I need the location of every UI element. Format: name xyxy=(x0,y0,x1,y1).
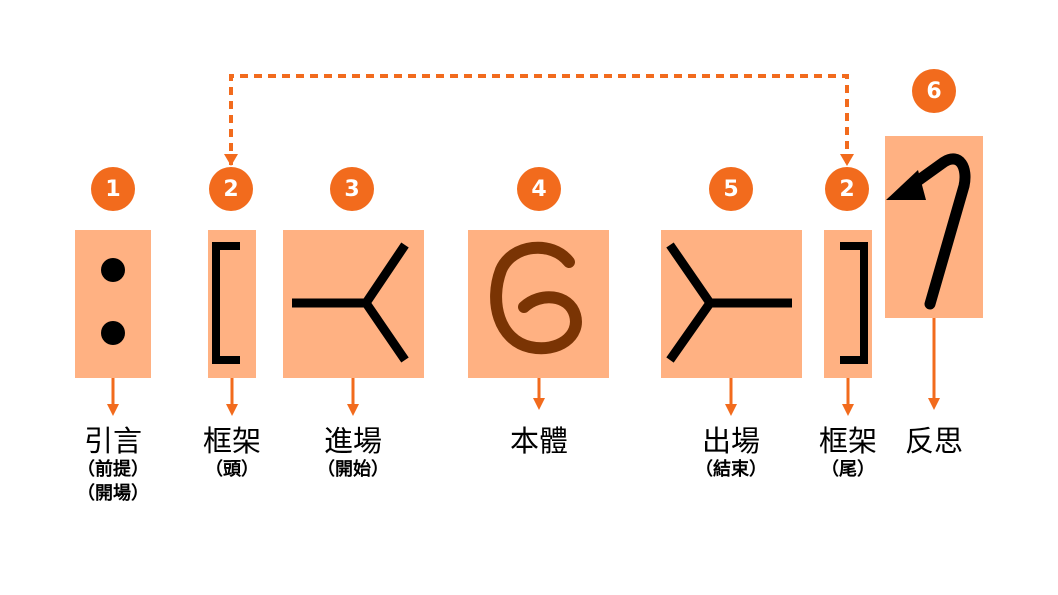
stage-4-number-badge: 4 xyxy=(517,167,561,211)
stage-4-name: 本體 xyxy=(509,424,568,458)
stage-3-sub-1: （開始） xyxy=(317,459,389,480)
stage-2-sub-1: （頭） xyxy=(205,459,259,480)
stage-2-name: 框架 xyxy=(202,424,261,458)
stage-6-sub-1: （尾） xyxy=(821,459,875,480)
stage-7-label: 反思 xyxy=(864,424,1004,458)
stage-1-sub-2: （開場） xyxy=(77,483,149,504)
stage-7-name: 反思 xyxy=(904,424,963,458)
stage-3-number-badge: 3 xyxy=(330,167,374,211)
stage-4-label: 本體 xyxy=(469,424,609,458)
frame-link-arrowhead-right xyxy=(840,154,854,166)
stage-2-label: 框架 （頭） xyxy=(162,424,302,482)
stage-7-number-badge: 6 xyxy=(912,69,956,113)
frame-link-arrowhead-left xyxy=(224,154,238,166)
stage-5-number-badge: 5 xyxy=(709,167,753,211)
stage-3-name: 進場 xyxy=(323,424,382,458)
stage-1-box xyxy=(75,230,151,378)
stage-2-number-badge: 2 xyxy=(209,167,253,211)
stage-3-label: 進場 （開始） xyxy=(283,424,423,482)
story-structure-diagram: 1 2 3 4 5 2 6 引言 （前提） （開場） 框架 （頭） 進場 （開始… xyxy=(0,0,1058,595)
stage-1-number-badge: 1 xyxy=(91,167,135,211)
stage-6-number-badge: 2 xyxy=(825,167,869,211)
frame-link-dashed-connector xyxy=(229,74,849,165)
